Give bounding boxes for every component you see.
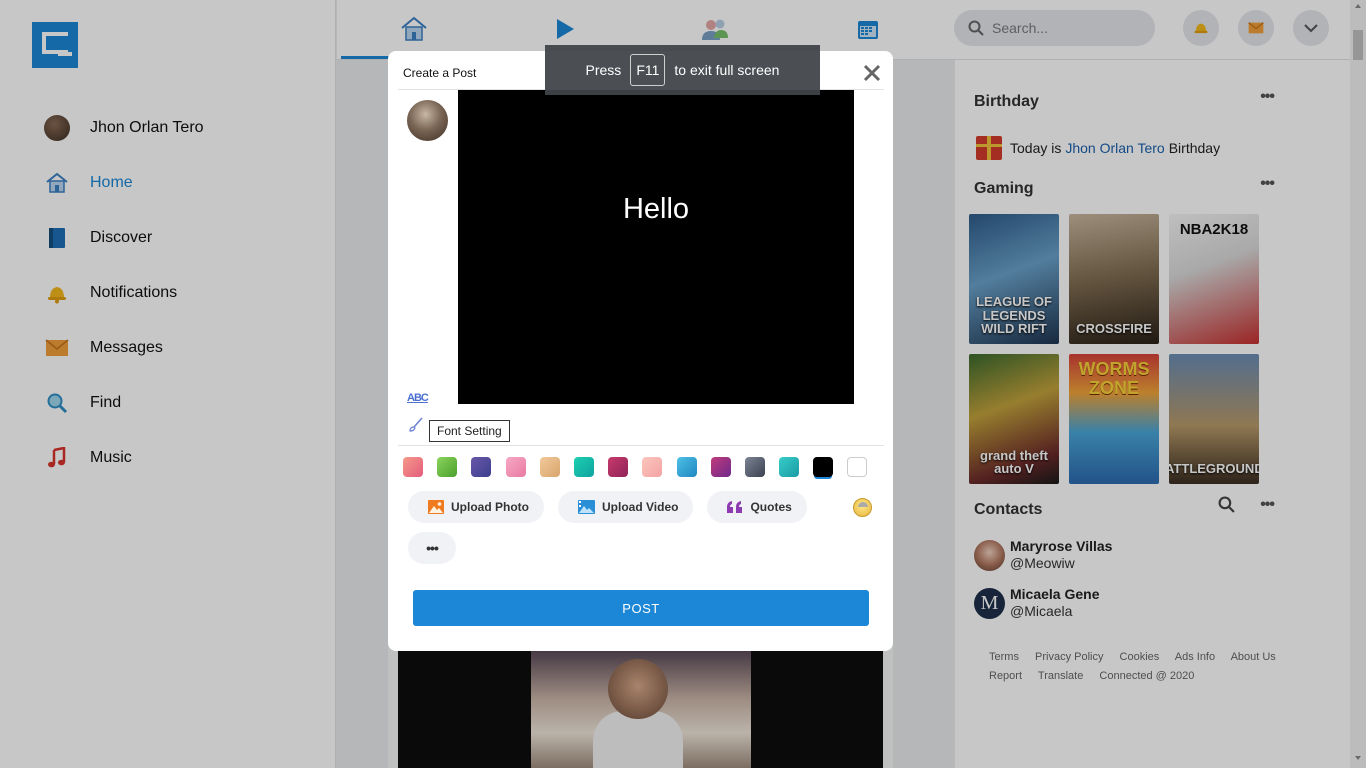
post-button[interactable]: POST bbox=[413, 590, 869, 626]
more-options-button[interactable]: ••• bbox=[408, 532, 456, 564]
post-text-canvas[interactable]: Hello bbox=[458, 90, 854, 404]
upload-photo-button[interactable]: Upload Photo bbox=[408, 491, 544, 523]
f11-key-badge: F11 bbox=[630, 54, 666, 86]
image-icon bbox=[428, 500, 444, 514]
upload-photo-label: Upload Photo bbox=[451, 500, 529, 514]
quotes-label: Quotes bbox=[750, 500, 792, 514]
color-swatch[interactable] bbox=[847, 457, 868, 477]
create-post-dialog: Create a Post Hello ABC Font Setting Upl… bbox=[388, 51, 893, 651]
fullscreen-exit-text: to exit full screen bbox=[674, 62, 780, 78]
color-swatch[interactable] bbox=[573, 457, 594, 477]
color-swatch[interactable] bbox=[539, 457, 560, 477]
avatar bbox=[407, 100, 448, 141]
font-setting-tooltip: Font Setting bbox=[429, 420, 510, 442]
color-swatch[interactable] bbox=[505, 457, 526, 477]
color-swatch[interactable] bbox=[437, 457, 458, 477]
color-swatch[interactable] bbox=[642, 457, 663, 477]
color-swatch[interactable] bbox=[471, 457, 492, 477]
upload-video-label: Upload Video bbox=[602, 500, 679, 514]
quote-icon bbox=[727, 501, 743, 513]
brush-icon[interactable] bbox=[408, 417, 424, 433]
post-text[interactable]: Hello bbox=[623, 193, 689, 226]
video-icon bbox=[578, 500, 595, 514]
fullscreen-press-text: Press bbox=[585, 62, 622, 78]
color-swatch[interactable] bbox=[403, 457, 423, 477]
background-color-picker bbox=[403, 457, 882, 477]
upload-video-button[interactable]: Upload Video bbox=[558, 491, 694, 523]
color-swatch[interactable] bbox=[744, 457, 765, 477]
quotes-button[interactable]: Quotes bbox=[707, 491, 807, 523]
divider bbox=[398, 445, 884, 446]
fullscreen-notice: Press F11 to exit full screen bbox=[545, 45, 820, 95]
emoji-icon[interactable] bbox=[853, 498, 872, 517]
close-icon[interactable] bbox=[862, 63, 882, 83]
color-swatch[interactable] bbox=[676, 457, 697, 477]
color-swatch[interactable] bbox=[608, 457, 629, 477]
text-style-icon[interactable]: ABC bbox=[407, 392, 429, 404]
color-swatch[interactable] bbox=[779, 457, 800, 477]
color-swatch[interactable] bbox=[710, 457, 731, 477]
color-swatch-selected[interactable] bbox=[813, 457, 834, 477]
post-actions: Upload Photo Upload Video Quotes bbox=[408, 491, 821, 523]
dialog-title: Create a Post bbox=[403, 66, 477, 80]
